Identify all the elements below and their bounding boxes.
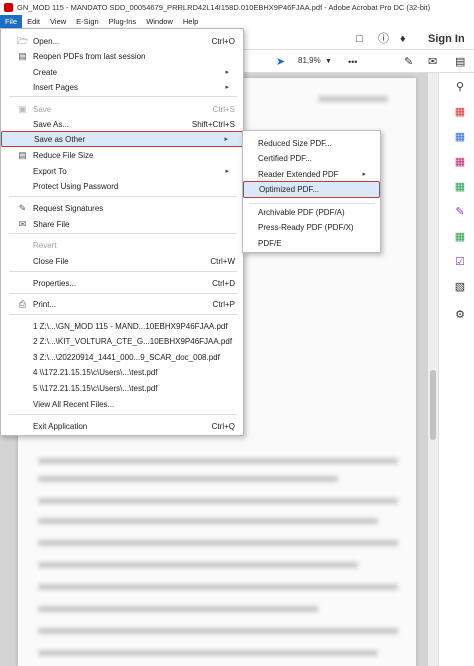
menu-item-save-as[interactable]: Save As... Shift+Ctrl+S [1,117,243,132]
menu-view[interactable]: View [45,15,71,28]
menu-item-print[interactable]: ⎙ Print... Ctrl+P [1,297,243,312]
fill-sign-icon[interactable]: ✎ [453,205,467,219]
pen-icon[interactable]: ✎ [404,51,413,73]
chat-icon[interactable]: □ [356,28,363,50]
menu-item-export-to[interactable]: Export To ▸ [1,164,243,179]
submenu-item-certified[interactable]: Certified PDF... [243,151,380,166]
menu-help[interactable]: Help [178,15,203,28]
sign-in-button[interactable]: Sign In [428,33,465,45]
menu-item-view-all-recent[interactable]: View All Recent Files... [1,397,243,412]
submenu-item-reader-extended[interactable]: Reader Extended PDF ▸ [243,167,380,182]
zoom-dropdown-icon[interactable]: ▼ [325,51,332,73]
menu-item-save-as-other[interactable]: Save as Other ▸ [1,131,243,147]
reduce-size-icon: ▤ [18,150,27,160]
file-menu: 🗁 Open... Ctrl+O ▤ Reopen PDFs from last… [0,28,244,436]
menu-bar: File Edit View E-Sign Plug-Ins Window He… [0,15,474,28]
spreadsheet-icon[interactable]: ▦ [453,230,467,244]
menu-item-create[interactable]: Create ▸ [1,65,243,80]
signature-icon: ✎ [18,203,27,213]
menu-item-revert[interactable]: Revert [1,238,243,253]
select-cursor-icon[interactable]: ➤ [276,51,285,73]
submenu-item-reduced-size[interactable]: Reduced Size PDF... [243,136,380,151]
create-pdf-icon[interactable]: ▦ [453,180,467,194]
submenu-item-optimized[interactable]: Optimized PDF... [243,181,380,198]
organize-pages-icon[interactable]: ▦ [453,155,467,169]
recent-file-item[interactable]: 5 \\172.21.15.15\c\Users\...\test.pdf [1,381,243,396]
menu-item-save[interactable]: ▣ Save Ctrl+S [1,102,243,117]
menu-file[interactable]: File [0,15,23,28]
menu-item-request-signatures[interactable]: ✎ Request Signatures [1,201,243,216]
menu-item-share-file[interactable]: ✉ Share File [1,217,243,232]
folder-open-icon: 🗁 [17,36,29,46]
submenu-arrow-icon: ▸ [225,69,229,76]
save-as-other-submenu: Reduced Size PDF... Certified PDF... Rea… [242,130,381,253]
title-bar: GN_MOD 115 - MANDATO SDD_00054679_PRRLRD… [0,0,474,15]
save-icon: ▣ [18,104,27,114]
recent-file-item[interactable]: 4 \\172.21.15.15\c\Users\...\test.pdf [1,365,243,380]
menu-window[interactable]: Window [141,15,178,28]
zoom-search-icon[interactable]: ⚲ [453,80,467,94]
tools-icon[interactable]: ⚙ [453,308,467,322]
menu-esign[interactable]: E-Sign [71,15,104,28]
more-tools-button[interactable]: ••• [348,51,357,73]
recent-file-item[interactable]: 2 Z:\...\KIT_VOLTURA_CTE_G...10EBHX9P46F… [1,334,243,349]
menu-item-properties[interactable]: Properties... Ctrl+D [1,276,243,291]
bell-icon[interactable]: ♦ [400,28,406,50]
menu-item-insert-pages[interactable]: Insert Pages ▸ [1,80,243,95]
scrollbar-thumb[interactable] [430,370,436,440]
submenu-arrow-icon: ▸ [362,171,366,178]
menu-item-reopen[interactable]: ▤ Reopen PDFs from last session [1,49,243,64]
acrobat-icon [4,3,13,12]
recent-file-item[interactable]: 3 Z:\...\20220914_1441_000...9_SCAR_doc_… [1,350,243,365]
menu-item-close-file[interactable]: Close File Ctrl+W [1,254,243,269]
panel-icon[interactable]: ▤ [455,51,465,73]
printer-icon: ⎙ [18,299,27,309]
menu-item-reduce-file-size[interactable]: ▤ Reduce File Size [1,148,243,163]
menu-edit[interactable]: Edit [22,15,45,28]
menu-item-protect[interactable]: Protect Using Password [1,179,243,194]
help-icon[interactable]: ⓘ [378,28,389,50]
window-title: GN_MOD 115 - MANDATO SDD_00054679_PRRLRD… [17,3,431,12]
recent-file-item[interactable]: 1 Z:\...\GN_MOD 115 - MAND...10EBHX9P46F… [1,319,243,334]
stamp-icon[interactable]: ▧ [453,280,467,294]
mail-icon[interactable]: ✉ [428,51,437,73]
submenu-item-press-ready[interactable]: Press-Ready PDF (PDF/X) [243,220,380,235]
menu-plugins[interactable]: Plug-Ins [104,15,142,28]
submenu-item-pdfe[interactable]: PDF/E [243,236,380,251]
menu-item-exit[interactable]: Exit Application Ctrl+Q [1,419,243,434]
reopen-icon: ▤ [18,51,27,61]
checkbox-icon[interactable]: ☑ [453,255,467,269]
edit-pdf-icon[interactable]: ▦ [453,130,467,144]
submenu-arrow-icon: ▸ [224,136,228,143]
zoom-level[interactable]: 81,9% [298,56,321,65]
share-icon: ✉ [18,219,27,229]
menu-item-open[interactable]: 🗁 Open... Ctrl+O [1,34,243,49]
submenu-item-archivable[interactable]: Archivable PDF (PDF/A) [243,205,380,220]
submenu-arrow-icon: ▸ [225,168,229,175]
submenu-arrow-icon: ▸ [225,84,229,91]
export-pdf-icon[interactable]: ▦ [453,105,467,119]
